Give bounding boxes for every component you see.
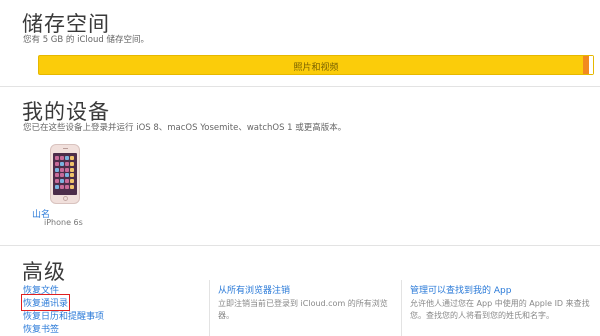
device-model: iPhone 6s: [44, 218, 83, 227]
divider: [0, 86, 600, 87]
advanced-title: 高级: [22, 260, 66, 284]
manage-find-me-link[interactable]: 管理可以查找到我的 App: [410, 283, 511, 296]
column-divider: [401, 280, 402, 336]
sign-out-browsers-link[interactable]: 从所有浏览器注销: [218, 283, 290, 296]
restore-bookmarks-link[interactable]: 恢复书签: [23, 322, 59, 335]
divider: [0, 245, 600, 246]
restore-files-link[interactable]: 恢复文件: [23, 283, 59, 296]
manage-find-me-description: 允许他人通过您在 App 中使用的 Apple ID 来查找您。查找您的人将看到…: [410, 299, 590, 320]
storage-free-segment: [589, 56, 593, 74]
iphone-icon: [50, 144, 80, 204]
column-divider: [209, 280, 210, 336]
restore-calendars-link[interactable]: 恢复日历和提醒事项: [23, 309, 104, 322]
storage-usage-bar[interactable]: 照片和视频: [38, 55, 594, 75]
storage-subtitle: 您有 5 GB 的 iCloud 储存空间。: [23, 35, 149, 45]
devices-subtitle: 您已在这些设备上登录并运行 iOS 8、macOS Yosemite、watch…: [23, 123, 347, 133]
sign-out-description: 立即注销当前已登录到 iCloud.com 的所有浏览器。: [218, 299, 388, 320]
restore-contacts-link[interactable]: 恢复通讯录: [20, 294, 71, 311]
storage-bar-label: 照片和视频: [293, 63, 339, 73]
